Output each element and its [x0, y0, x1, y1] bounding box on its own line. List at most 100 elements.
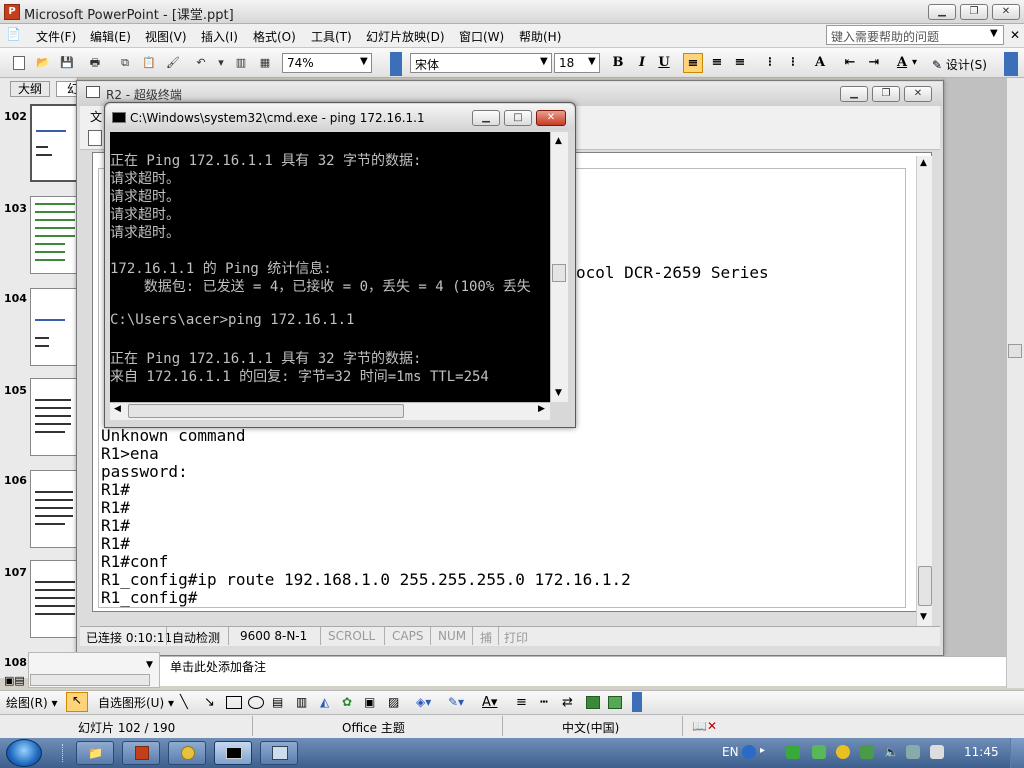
term-scroll-up-icon[interactable]: ▲ — [920, 158, 927, 168]
taskbar-hyperterminal-button[interactable] — [260, 741, 298, 765]
pp-vertical-scrollbar[interactable] — [1006, 78, 1024, 688]
start-button[interactable] — [6, 739, 42, 767]
slide-thumbnail-106[interactable] — [30, 470, 78, 548]
taskbar-notes-button[interactable] — [168, 741, 206, 765]
oval-icon[interactable] — [248, 696, 264, 709]
draw-toolbar-options-icon[interactable] — [632, 692, 642, 712]
help-dropdown-icon[interactable]: ▼ — [990, 28, 998, 39]
pp-minimize-button[interactable]: ▁ — [928, 4, 956, 20]
cmd-minimize-button[interactable]: ▁ — [472, 110, 500, 126]
slide-thumbnail-105[interactable] — [30, 378, 78, 456]
font-name-dropdown-icon[interactable]: ▼ — [540, 56, 548, 67]
term-restore-button[interactable]: ❐ — [872, 86, 900, 102]
network-tray-icon[interactable] — [786, 745, 800, 759]
select-pointer-icon[interactable]: ↖ — [66, 692, 88, 712]
design-button[interactable]: ✎ 设计(S) — [932, 56, 987, 73]
decrease-indent-icon[interactable]: ⇤ — [840, 53, 860, 73]
cmd-scroll-up-icon[interactable]: ▲ — [555, 136, 562, 146]
dash-style-icon[interactable]: ┅ — [540, 695, 548, 710]
security-tray-icon[interactable] — [812, 745, 826, 759]
open-icon[interactable]: 📂 — [34, 54, 52, 72]
menubar-close-icon[interactable]: ✕ — [1010, 28, 1020, 42]
diagram-icon[interactable]: ◭ — [320, 695, 329, 709]
zoom-dropdown-icon[interactable]: ▼ — [360, 56, 368, 67]
spelling-check-icon[interactable]: 📖✕ — [692, 719, 717, 733]
line-style-icon[interactable]: ≡ — [516, 695, 527, 710]
align-right-icon[interactable]: ≡ — [730, 53, 750, 73]
tray-expand-icon[interactable]: ▸ — [760, 745, 765, 756]
help-search-input[interactable]: 键入需要帮助的问题 — [826, 25, 1004, 45]
3d-style-icon[interactable] — [608, 696, 622, 709]
pp-scroll-thumb[interactable] — [1008, 344, 1022, 358]
format-painter-icon[interactable]: 🖌 — [164, 54, 182, 72]
taskbar-powerpoint-button[interactable] — [122, 741, 160, 765]
undo-icon[interactable]: ↶ — [192, 54, 210, 72]
shield-tray-icon[interactable] — [860, 745, 874, 759]
line-color-icon[interactable]: ✎▾ — [448, 695, 464, 709]
pp-close-button[interactable]: ✕ — [992, 4, 1020, 20]
copy-icon[interactable]: ⧉ — [116, 54, 134, 72]
tab-outline[interactable]: 大纲 — [10, 81, 50, 97]
increase-indent-icon[interactable]: ⇥ — [864, 53, 884, 73]
slide-thumbnail-107[interactable] — [30, 560, 78, 638]
text-color-icon[interactable]: A▾ — [482, 695, 497, 710]
taskbar-explorer-button[interactable]: 📁 — [76, 741, 114, 765]
clipart-icon[interactable]: ✿ — [342, 695, 352, 709]
slide-thumbnail-104[interactable] — [30, 288, 78, 366]
notes-pane[interactable] — [160, 656, 1006, 686]
textbox-icon[interactable]: ▤ — [272, 695, 283, 709]
menu-window[interactable]: 窗口(W) — [459, 28, 504, 45]
term-vertical-scrollbar[interactable] — [916, 156, 932, 626]
line-icon[interactable]: ╲ — [180, 695, 188, 710]
underline-button[interactable]: U — [654, 53, 674, 73]
cmd-maximize-button[interactable]: □ — [504, 110, 532, 126]
language-indicator[interactable]: EN — [722, 745, 739, 759]
toolbar-options-icon[interactable] — [390, 52, 402, 76]
table-icon[interactable]: ▦ — [256, 54, 274, 72]
font-color-dropdown-icon[interactable]: ▾ — [912, 57, 917, 68]
undo-dropdown-icon[interactable]: ▾ — [212, 54, 230, 72]
cmd-close-button[interactable]: ✕ — [536, 110, 566, 126]
term-close-button[interactable]: ✕ — [904, 86, 932, 102]
font-size-dropdown-icon[interactable]: ▼ — [588, 56, 596, 67]
menu-slideshow[interactable]: 幻灯片放映(D) — [366, 28, 445, 45]
print-icon[interactable]: 🖶 — [86, 54, 104, 72]
menu-help[interactable]: 帮助(H) — [519, 28, 561, 45]
taskbar-clock[interactable]: 11:45 — [964, 745, 999, 759]
term-scroll-thumb[interactable] — [918, 566, 932, 606]
cmd-scroll-down-icon[interactable]: ▼ — [555, 388, 562, 398]
help-tray-icon[interactable] — [742, 745, 756, 759]
show-desktop-button[interactable] — [1010, 738, 1024, 768]
arrow-icon[interactable]: ↘ — [204, 695, 215, 710]
italic-button[interactable]: I — [632, 53, 652, 73]
notes-dropdown-icon[interactable]: ▼ — [146, 660, 153, 670]
update-tray-icon[interactable] — [836, 745, 850, 759]
menu-view[interactable]: 视图(V) — [145, 28, 187, 45]
align-left-icon[interactable]: ≡ — [683, 53, 703, 73]
menu-format[interactable]: 格式(O) — [253, 28, 296, 45]
picture-icon[interactable]: ▣ — [364, 695, 375, 709]
menu-edit[interactable]: 编辑(E) — [90, 28, 131, 45]
powerpoint-app-icon[interactable]: P — [4, 4, 20, 20]
slide-thumbnail-102[interactable] — [30, 104, 78, 182]
chart-icon[interactable]: ▥ — [232, 54, 250, 72]
term-menu-file[interactable]: 文 — [90, 108, 102, 125]
zoom-select[interactable]: 74% — [282, 53, 372, 73]
menu-file[interactable]: 文件(F) — [36, 28, 76, 45]
flag-tray-icon[interactable] — [930, 745, 944, 759]
cmd-scroll-left-icon[interactable]: ◀ — [114, 404, 121, 414]
bullet-list-icon[interactable]: ⁝ — [783, 53, 803, 73]
arrow-style-icon[interactable]: ⇄ — [562, 695, 573, 710]
wordart-icon[interactable]: ▥ — [296, 695, 307, 709]
view-buttons-icon[interactable]: ▣▤ — [4, 674, 25, 687]
shadow-icon[interactable] — [586, 696, 600, 709]
cmd-vscroll-thumb[interactable] — [552, 264, 566, 282]
rectangle-icon[interactable] — [226, 696, 242, 709]
term-minimize-button[interactable]: ▁ — [840, 86, 868, 102]
paste-icon[interactable]: 📋 — [140, 54, 158, 72]
new-icon[interactable] — [10, 54, 28, 72]
save-icon[interactable]: 💾 — [58, 54, 76, 72]
wifi-tray-icon[interactable] — [906, 745, 920, 759]
font-name-select[interactable]: 宋体 — [410, 53, 552, 73]
font-color-icon[interactable]: A — [892, 53, 912, 73]
